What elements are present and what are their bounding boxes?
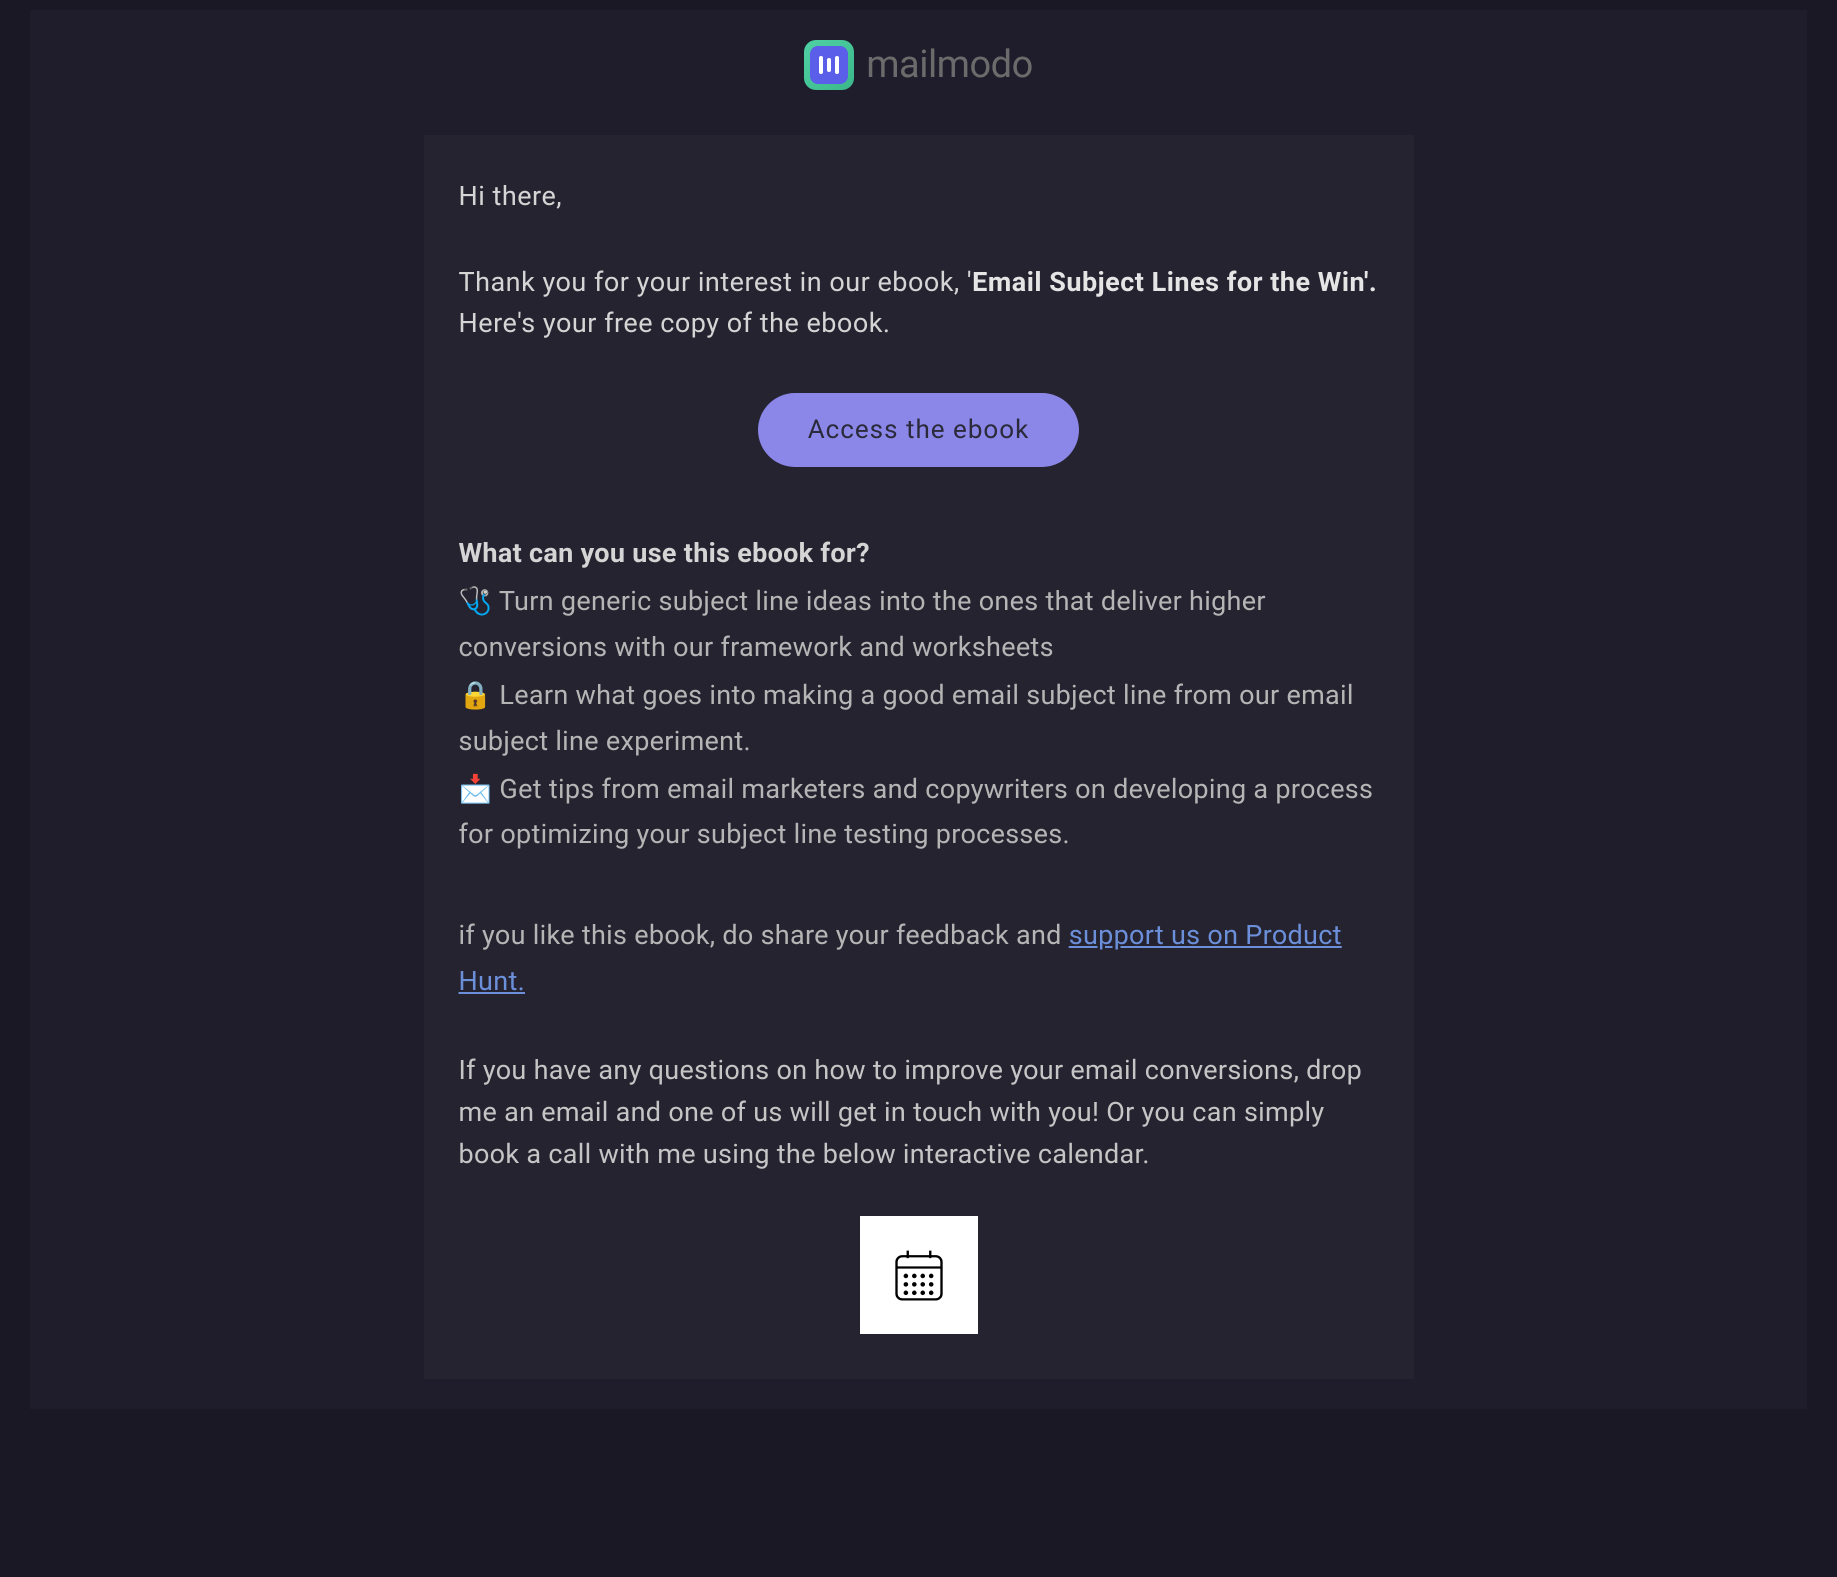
bullet-item: 🔒 Learn what goes into making a good ema… <box>459 673 1379 765</box>
feedback-prefix: if you like this ebook, do share your fe… <box>459 919 1069 951</box>
bullet-item: 🩺 Turn generic subject line ideas into t… <box>459 579 1379 671</box>
bullet-list: 🩺 Turn generic subject line ideas into t… <box>459 579 1379 858</box>
brand-logo-section: mailmodo <box>30 40 1807 90</box>
envelope-icon: 📩 <box>459 773 493 805</box>
access-ebook-button[interactable]: Access the ebook <box>758 393 1080 467</box>
email-body-container: Hi there, Thank you for your interest in… <box>424 135 1414 1379</box>
email-outer-container: mailmodo Hi there, Thank you for your in… <box>30 10 1807 1409</box>
bullet-text: Get tips from email marketers and copywr… <box>459 773 1374 851</box>
greeting-text: Hi there, <box>459 180 1379 212</box>
ebook-title: Email Subject Lines for the Win'. <box>972 266 1377 298</box>
intro-suffix: Here's your free copy of the ebook. <box>459 307 891 339</box>
feedback-paragraph: if you like this ebook, do share your fe… <box>459 913 1379 1005</box>
lock-icon: 🔒 <box>459 679 493 711</box>
intro-prefix: Thank you for your interest in our ebook… <box>459 266 973 298</box>
intro-paragraph: Thank you for your interest in our ebook… <box>459 262 1379 343</box>
closing-paragraph: If you have any questions on how to impr… <box>459 1050 1379 1176</box>
section-heading: What can you use this ebook for? <box>459 537 1379 569</box>
bullet-text: Learn what goes into making a good email… <box>459 679 1354 757</box>
brand-name: mailmodo <box>866 43 1033 87</box>
calendar-icon <box>889 1245 949 1305</box>
bullet-item: 📩 Get tips from email marketers and copy… <box>459 767 1379 859</box>
stethoscope-icon: 🩺 <box>459 585 493 617</box>
bullet-text: Turn generic subject line ideas into the… <box>459 585 1266 663</box>
mailmodo-logo-icon <box>804 40 854 90</box>
calendar-widget[interactable] <box>860 1216 978 1334</box>
